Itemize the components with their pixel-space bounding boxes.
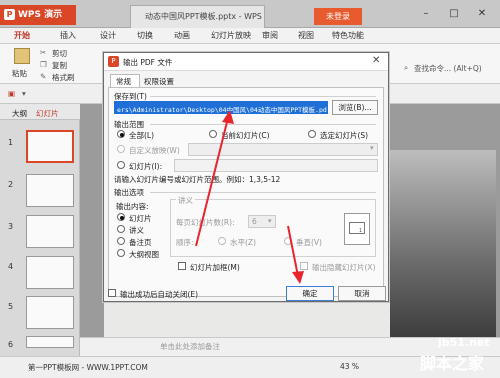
watermark-site: jb51.net: [438, 336, 490, 349]
annotation-arrow-down: [287, 225, 304, 284]
annotation-arrow-up: [195, 110, 234, 247]
watermark-text: 脚本之家: [420, 354, 485, 373]
annotation-arrows: [195, 110, 304, 284]
